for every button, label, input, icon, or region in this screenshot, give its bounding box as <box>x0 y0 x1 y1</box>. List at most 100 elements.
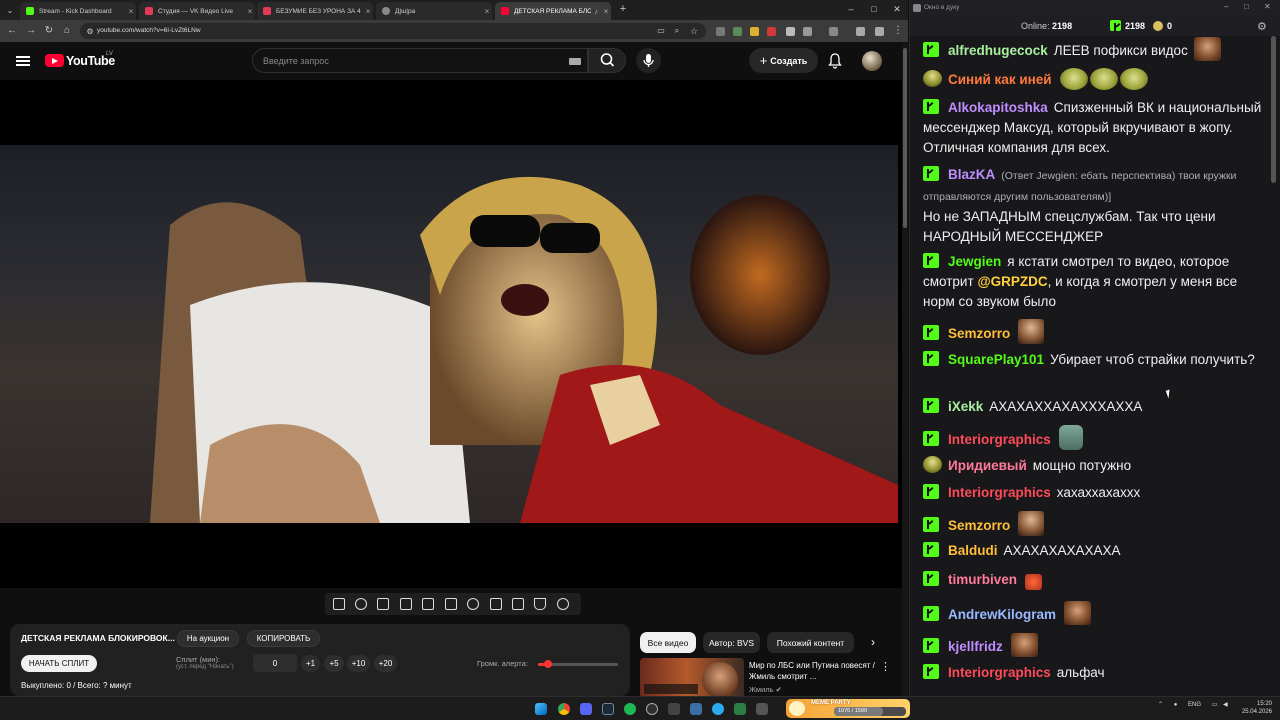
extension-icon[interactable] <box>716 27 725 36</box>
extension-icon[interactable] <box>856 27 865 36</box>
chat-username[interactable]: Иридиевый <box>948 458 1027 473</box>
split-plus-5-button[interactable]: +5 <box>324 655 344 672</box>
tab-vk-studio[interactable]: Студия — VK Видео Live × <box>139 2 255 20</box>
channel-name[interactable]: Жмиль ✔ <box>749 685 782 694</box>
tab-close-icon[interactable]: × <box>601 7 611 16</box>
clapper-icon[interactable] <box>400 598 412 610</box>
tab-close-icon[interactable]: × <box>363 7 373 16</box>
volume-icon[interactable]: ◀ <box>1223 702 1228 708</box>
chat-username[interactable]: alfredhugecock <box>948 43 1048 58</box>
video-player[interactable] <box>0 80 903 588</box>
tab-close-icon[interactable]: × <box>245 7 255 16</box>
chevron-right-icon[interactable]: › <box>871 635 875 649</box>
loop-icon[interactable] <box>333 598 345 610</box>
chevron-up-icon[interactable]: ⌃ <box>1158 702 1163 708</box>
chat-username[interactable]: timurbiven <box>948 572 1017 587</box>
voice-search-button[interactable] <box>636 48 661 73</box>
app-icon[interactable] <box>668 703 680 715</box>
youtube-logo-icon[interactable] <box>45 54 64 67</box>
chip-all-videos[interactable]: Все видео <box>640 632 696 653</box>
tab-youtube-active[interactable]: ДЕТСКАЯ РЕКЛАМА БЛОКИ♪× <box>495 2 611 20</box>
alert-volume-knob[interactable] <box>543 660 552 668</box>
flask-icon[interactable] <box>534 598 546 610</box>
copy-button[interactable]: КОПИРОВАТЬ <box>247 630 320 647</box>
split-plus-10-button[interactable]: +10 <box>347 655 370 672</box>
meme-party-widget[interactable]: MEME PARTY 1076 / 1590 <box>786 699 910 718</box>
spotify-icon[interactable] <box>624 703 636 715</box>
chat-username[interactable]: Interiorgraphics <box>948 485 1051 500</box>
more-actions-icon[interactable]: ⋮ <box>880 660 891 674</box>
telegram-icon[interactable] <box>712 703 724 715</box>
app-icon[interactable] <box>734 703 746 715</box>
minimize-button[interactable]: – <box>845 3 857 15</box>
chat-username[interactable]: Semzorro <box>948 518 1010 533</box>
pip-icon[interactable] <box>422 598 434 610</box>
screenshot-icon[interactable] <box>512 598 524 610</box>
chat-settings-icon[interactable]: ⚙ <box>1257 20 1269 33</box>
obs-icon[interactable] <box>646 703 658 715</box>
network-icon[interactable]: ▭ <box>1212 702 1218 708</box>
discord-icon[interactable] <box>580 703 592 715</box>
chat-username[interactable]: kjellfridz <box>948 639 1003 654</box>
notifications-bell-icon[interactable] <box>826 52 844 70</box>
tab-youtube-other[interactable]: БЕЗУМИЕ БЕЗ УРОНА ЗА 4 ЧА × <box>257 2 373 20</box>
tab-close-icon[interactable]: × <box>482 7 492 16</box>
extension-icon[interactable] <box>733 27 742 36</box>
new-tab-button[interactable]: + <box>617 3 629 15</box>
home-button[interactable]: ⌂ <box>61 25 73 37</box>
microphone-icon[interactable]: ● <box>1174 702 1178 708</box>
chat-username[interactable]: iXekk <box>948 399 983 414</box>
chat-username[interactable]: Semzorro <box>948 326 1010 341</box>
tab-close-icon[interactable]: × <box>126 7 136 16</box>
search-input[interactable]: Введите запрос <box>252 48 588 73</box>
crop-icon[interactable] <box>490 598 502 610</box>
broadcast-icon[interactable] <box>355 598 367 610</box>
app-icon[interactable] <box>756 703 768 715</box>
app-icon[interactable] <box>690 703 702 715</box>
steam-icon[interactable] <box>602 703 614 715</box>
extension-icon[interactable] <box>875 27 884 36</box>
browser-menu-icon[interactable]: ⋮ <box>892 25 904 37</box>
extension-icon[interactable] <box>750 27 759 36</box>
bookmark-star-icon[interactable]: ☆ <box>688 25 700 37</box>
maximize-button[interactable]: □ <box>868 3 880 15</box>
chat-username[interactable]: Alkokapitoshka <box>948 100 1048 115</box>
speaker-icon[interactable]: ♪ <box>591 7 601 16</box>
extension-icon[interactable] <box>786 27 795 36</box>
cast-icon[interactable]: ▭ <box>655 25 667 37</box>
minimize-button[interactable]: – <box>1224 2 1228 11</box>
chat-username[interactable]: Jewgien <box>948 254 1001 269</box>
speedometer-icon[interactable] <box>467 598 479 610</box>
playlist-icon[interactable] <box>377 598 389 610</box>
page-scrollbar[interactable] <box>902 44 908 696</box>
close-window-button[interactable]: ✕ <box>891 3 903 15</box>
download-icon[interactable] <box>829 27 838 36</box>
hamburger-menu-icon[interactable] <box>16 56 30 66</box>
chat-username[interactable]: Baldudi <box>948 543 998 558</box>
chat-username[interactable]: SquarePlay101 <box>948 352 1044 367</box>
page-scrollbar-thumb[interactable] <box>903 48 907 228</box>
search-button[interactable] <box>588 48 626 73</box>
start-windows-icon[interactable] <box>535 703 547 715</box>
account-avatar[interactable] <box>862 51 882 71</box>
close-window-button[interactable]: ✕ <box>1264 2 1271 11</box>
extension-icon[interactable] <box>767 27 776 36</box>
recommended-video-title[interactable]: Мир по ЛБС или Путина повесят / Жмиль см… <box>749 660 877 682</box>
tab-search-icon[interactable]: ⌄ <box>4 4 16 16</box>
reload-button[interactable]: ↻ <box>43 25 55 37</box>
tab-dushra[interactable]: Д|ш|ра × <box>376 2 492 20</box>
split-minutes-input[interactable]: 0 <box>253 654 297 672</box>
chat-username[interactable]: Interiorgraphics <box>948 432 1051 447</box>
chat-mention[interactable]: @GRPZDC <box>977 274 1047 289</box>
site-info-icon[interactable]: ⚙ <box>84 26 96 38</box>
zoom-icon[interactable]: ⌕ <box>671 25 683 37</box>
forward-button[interactable]: → <box>25 25 37 37</box>
language-indicator[interactable]: ENG <box>1188 702 1201 708</box>
subtitles-icon[interactable] <box>445 598 457 610</box>
chat-scrollbar-thumb[interactable] <box>1271 36 1276 183</box>
chip-author[interactable]: Автор: BVS <box>703 632 760 653</box>
chrome-icon[interactable] <box>558 703 570 715</box>
clock[interactable]: 15:20 25.04.2026 <box>1238 700 1272 716</box>
keyboard-icon[interactable] <box>569 58 581 65</box>
chat-username[interactable]: AndrewKilogram <box>948 607 1056 622</box>
